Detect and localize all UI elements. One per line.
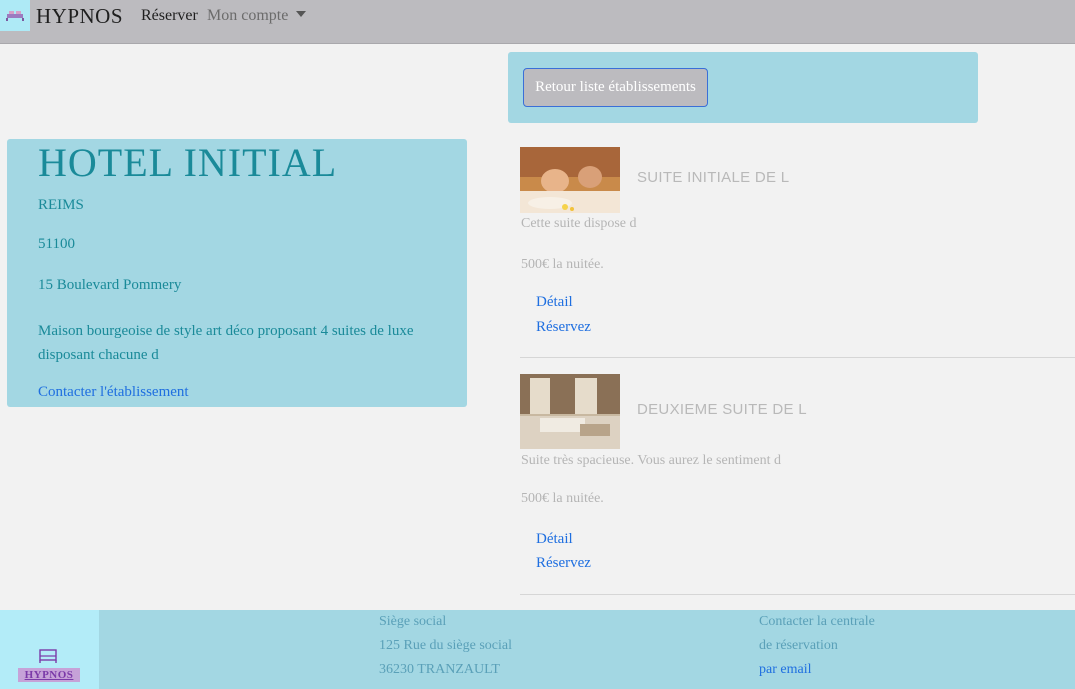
- footer: HYPNOS Siège social 125 Rue du siège soc…: [0, 610, 1075, 689]
- suite-reserve-link[interactable]: Réservez: [536, 555, 591, 572]
- hotel-name: HOTEL INITIAL: [38, 140, 338, 185]
- brand-logo[interactable]: [0, 0, 30, 31]
- suite-title: SUITE INITIALE DE L: [637, 169, 790, 186]
- footer-head-office: Siège social 125 Rue du siège social 362…: [379, 610, 512, 682]
- suite-reserve-link[interactable]: Réservez: [536, 319, 591, 336]
- hotel-card: HOTEL INITIAL REIMS 51100 15 Boulevard P…: [7, 139, 467, 407]
- suite-description: Suite très spacieuse. Vous aurez le sent…: [521, 453, 781, 468]
- suite-description: Cette suite dispose d: [521, 216, 637, 231]
- hotel-address: 15 Boulevard Pommery: [38, 277, 182, 293]
- head-office-title: Siège social: [379, 614, 447, 629]
- back-panel: Retour liste établissements: [508, 52, 978, 123]
- nav-account-label: Mon compte: [207, 7, 289, 24]
- footer-logo[interactable]: HYPNOS: [0, 610, 99, 689]
- suite-photo: [520, 374, 620, 449]
- suite-price: 500€ la nuitée.: [521, 491, 604, 506]
- hotel-description: Maison bourgeoise de style art déco prop…: [38, 323, 414, 363]
- hotel-city: REIMS: [38, 197, 84, 213]
- brand-name[interactable]: HYPNOS: [36, 4, 123, 29]
- back-to-list-button[interactable]: Retour liste établissements: [523, 68, 708, 107]
- suite-title: DEUXIEME SUITE DE L: [637, 401, 807, 418]
- suite-item: SUITE INITIALE DE L Cette suite dispose …: [520, 147, 1075, 358]
- suite-price: 500€ la nuitée.: [521, 257, 604, 272]
- head-office-street: 125 Rue du siège social: [379, 638, 512, 653]
- bed-icon: [39, 649, 57, 663]
- suite-detail-link[interactable]: Détail: [536, 531, 573, 548]
- nav-reserver[interactable]: Réserver: [141, 7, 198, 25]
- head-office-city: 36230 TRANZAULT: [379, 662, 500, 677]
- nav-account-dropdown[interactable]: Mon compte: [207, 7, 307, 25]
- contact-hotel-link[interactable]: Contacter l'établissement: [38, 384, 189, 401]
- footer-contact: Contacter la centrale de réservation par…: [759, 610, 875, 682]
- contact-email-link[interactable]: par email: [759, 662, 811, 677]
- footer-logo-text: HYPNOS: [18, 668, 80, 682]
- caret-down-icon: [296, 11, 307, 17]
- hotel-zip: 51100: [38, 236, 75, 252]
- contact-line-1: Contacter la centrale: [759, 614, 875, 629]
- navbar: HYPNOS Réserver Mon compte: [0, 0, 1075, 44]
- contact-line-2: de réservation: [759, 638, 838, 653]
- suite-photo: [520, 147, 620, 213]
- suite-detail-link[interactable]: Détail: [536, 294, 573, 311]
- suite-item: DEUXIEME SUITE DE L Suite très spacieuse…: [520, 374, 1075, 595]
- bed-icon: [6, 11, 24, 21]
